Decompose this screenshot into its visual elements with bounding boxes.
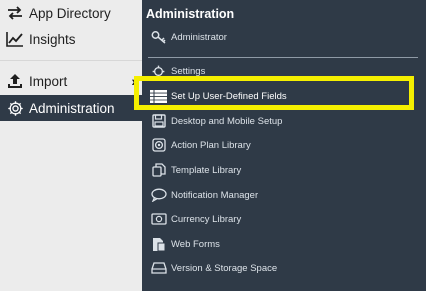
menu-item-label: Desktop and Mobile Setup xyxy=(171,115,283,127)
highlight-box xyxy=(134,76,414,110)
sidebar-item-import[interactable]: Import › xyxy=(0,68,142,94)
gear-icon xyxy=(5,100,25,116)
menu-item-label: Notification Manager xyxy=(171,189,259,201)
forms-icon xyxy=(150,237,167,251)
menu-item-label: Settings xyxy=(171,65,206,77)
sidebar-item-label: Insights xyxy=(29,31,76,47)
administration-flyout: Administration Administrator Settings Se… xyxy=(142,0,426,291)
sidebar-item-administration[interactable]: Administration xyxy=(0,95,142,121)
menu-item-label: Template Library xyxy=(171,164,242,176)
menu-item-label: Administrator xyxy=(171,31,227,43)
panel-title: Administration xyxy=(146,7,235,21)
menu-item-web-forms[interactable]: Web Forms xyxy=(150,234,220,254)
menu-item-label: Action Plan Library xyxy=(171,139,251,151)
menu-item-label: Version & Storage Space xyxy=(171,262,278,274)
menu-item-template-library[interactable]: Template Library xyxy=(150,160,241,180)
sidebar-item-app-directory[interactable]: App Directory xyxy=(0,0,142,26)
sidebar-item-insights[interactable]: Insights xyxy=(0,26,142,52)
panel-divider xyxy=(148,57,418,58)
trend-chart-icon xyxy=(5,31,25,47)
sidebar-divider xyxy=(0,60,142,61)
speech-bubble-icon xyxy=(150,188,167,202)
menu-item-version-and-storage-space[interactable]: Version & Storage Space xyxy=(150,258,277,278)
floppy-disk-icon xyxy=(150,114,167,128)
menu-item-action-plan-library[interactable]: Action Plan Library xyxy=(150,135,251,155)
drive-icon xyxy=(150,261,167,275)
swap-arrows-icon xyxy=(5,5,25,21)
target-icon xyxy=(150,138,167,152)
menu-item-administrator[interactable]: Administrator xyxy=(150,27,227,47)
menu-item-desktop-and-mobile-setup[interactable]: Desktop and Mobile Setup xyxy=(150,111,282,131)
menu-item-label: Currency Library xyxy=(171,213,242,225)
key-icon xyxy=(150,30,167,44)
sidebar-item-label: App Directory xyxy=(29,5,111,21)
menu-item-currency-library[interactable]: Currency Library xyxy=(150,209,241,229)
copy-icon xyxy=(150,163,167,177)
currency-icon xyxy=(150,212,167,226)
menu-item-notification-manager[interactable]: Notification Manager xyxy=(150,185,258,205)
menu-item-label: Web Forms xyxy=(171,238,220,250)
sidebar-item-label: Import xyxy=(29,73,68,89)
sidebar-item-label: Administration xyxy=(29,100,115,116)
sidebar: App Directory Insights Import › Administ… xyxy=(0,0,142,291)
upload-icon xyxy=(5,73,25,89)
